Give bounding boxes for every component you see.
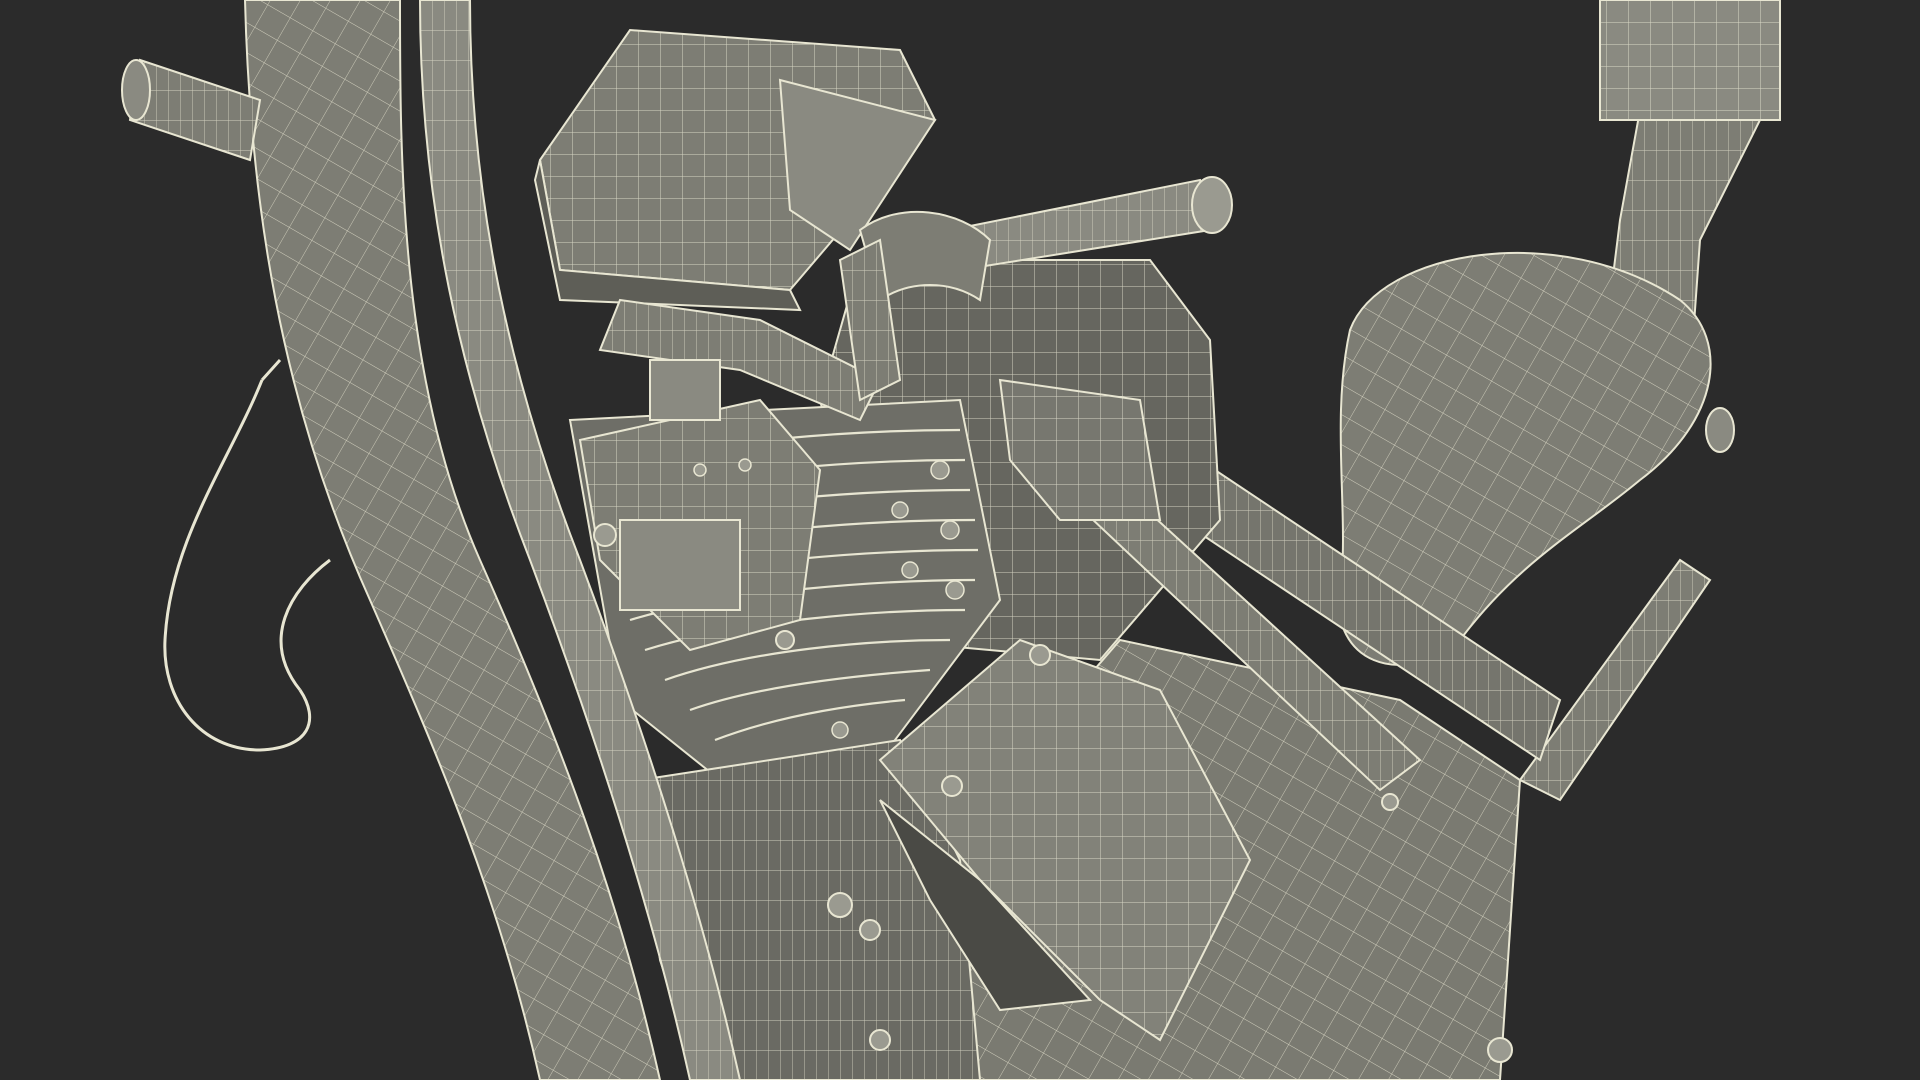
render-viewport (0, 0, 1920, 1080)
seat-bracket-knob (1705, 407, 1735, 453)
wireframe-render (0, 0, 1920, 1080)
